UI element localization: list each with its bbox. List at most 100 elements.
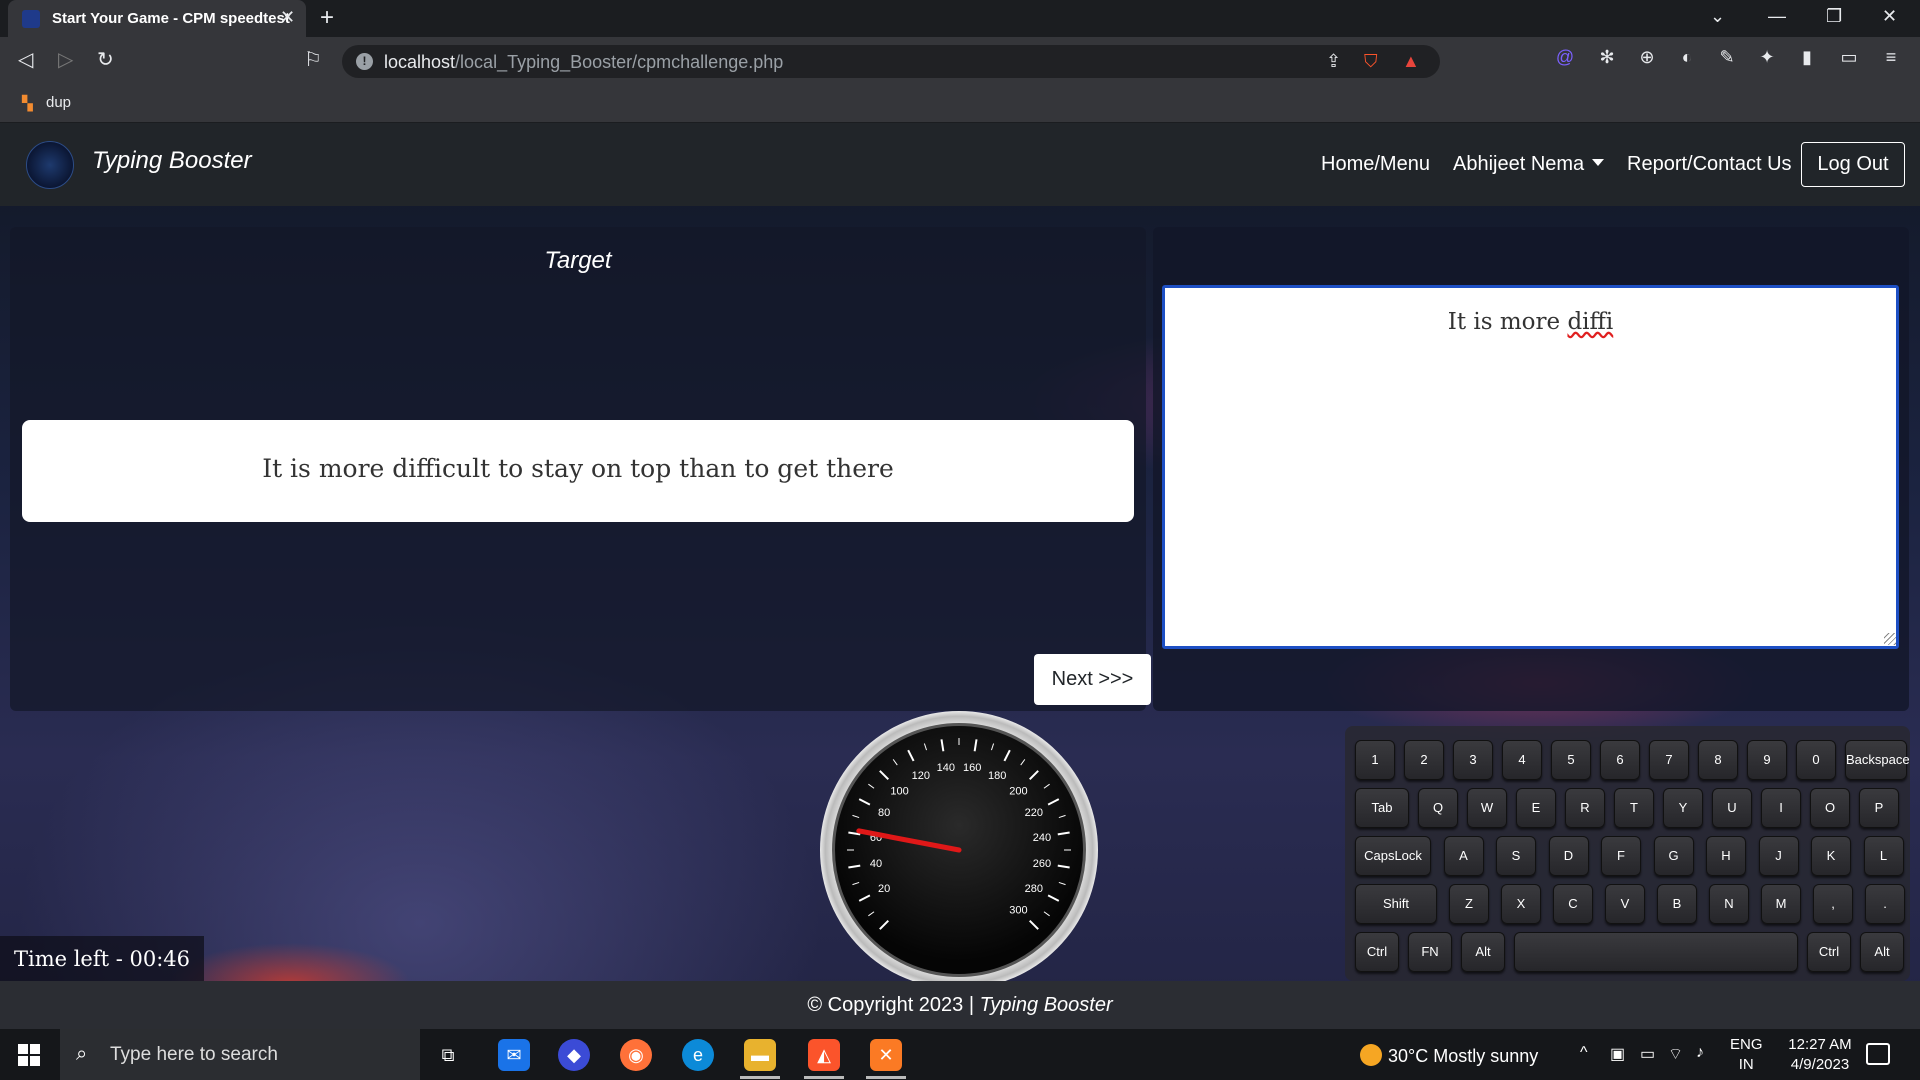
key-ctrl[interactable]: Ctrl [1807,932,1851,972]
share-icon[interactable]: ⇪ [1326,51,1341,72]
key-y[interactable]: Y [1663,788,1703,828]
key-1[interactable]: 1 [1355,740,1395,780]
key-f[interactable]: F [1601,836,1641,876]
firefox-icon[interactable]: ◉ [620,1039,652,1071]
key-alt[interactable]: Alt [1461,932,1505,972]
key-o[interactable]: O [1810,788,1850,828]
key-punct9[interactable]: . [1865,884,1905,924]
key-3[interactable]: 3 [1453,740,1493,780]
key-6[interactable]: 6 [1600,740,1640,780]
tab-search-icon[interactable]: ⌄ [1710,6,1725,27]
reload-icon[interactable]: ↻ [97,47,114,72]
extension-react-icon[interactable]: ✻ [1596,46,1618,68]
key-l[interactable]: L [1863,836,1904,876]
minimize-icon[interactable]: — [1768,6,1786,27]
key-8[interactable]: 8 [1698,740,1738,780]
key-s[interactable]: S [1496,836,1536,876]
wifi-icon[interactable]: ⌔ [1668,1044,1683,1064]
brave-shields-icon[interactable]: ⛉ [1364,51,1378,72]
key-v[interactable]: V [1605,884,1645,924]
key-fn[interactable]: FN [1408,932,1452,972]
extension-plus-icon[interactable]: ⊕ [1636,46,1658,68]
xampp-icon[interactable]: ✕ [870,1039,902,1071]
address-bar[interactable]: ! localhost/local_Typing_Booster/cpmchal… [342,45,1440,78]
key-d[interactable]: D [1548,836,1589,876]
volume-icon[interactable]: ♪ [1696,1044,1704,1062]
tray-chevron-icon[interactable]: ^ [1580,1044,1588,1062]
key-e[interactable]: E [1516,788,1556,828]
battery-icon[interactable]: ▭ [1640,1044,1655,1064]
nav-report[interactable]: Report/Contact Us [1627,153,1792,176]
next-button[interactable]: Next >>> [1034,654,1151,705]
key-i[interactable]: I [1761,788,1801,828]
key-0[interactable]: 0 [1796,740,1836,780]
extensions-puzzle-icon[interactable]: ✦ [1756,46,1778,68]
key-w[interactable]: W [1467,788,1507,828]
taskbar-search[interactable]: ⌕ Type here to search [60,1029,420,1080]
resize-handle-icon[interactable] [1884,633,1896,645]
weather-widget[interactable]: 30°C Mostly sunny [1360,1044,1538,1067]
mail-icon[interactable]: ✉ [498,1039,530,1071]
key-7[interactable]: 7 [1649,740,1689,780]
brand-logo[interactable] [26,141,74,189]
key-u[interactable]: U [1712,788,1752,828]
edge-icon[interactable]: e [682,1039,714,1071]
key-h[interactable]: H [1706,836,1746,876]
new-tab-icon[interactable]: + [320,4,334,32]
key-capslock[interactable]: CapsLock [1355,836,1431,876]
key-tab[interactable]: Tab [1355,788,1409,828]
bookmark-icon[interactable]: ⚐ [304,47,322,72]
key-p[interactable]: P [1859,788,1899,828]
bookmark-dup[interactable]: dup [46,94,71,111]
key-c[interactable]: C [1553,884,1593,924]
key-a[interactable]: A [1443,836,1484,876]
logout-button[interactable]: Log Out [1801,142,1905,187]
file-explorer-icon[interactable]: ▬ [744,1039,776,1071]
key-9[interactable]: 9 [1747,740,1787,780]
key-z[interactable]: Z [1449,884,1489,924]
url-text[interactable]: localhost/local_Typing_Booster/cpmchalle… [384,52,783,73]
key-t[interactable]: T [1614,788,1654,828]
nav-user-dropdown[interactable]: Abhijeet Nema [1453,153,1605,176]
key-g[interactable]: G [1653,836,1694,876]
key-n[interactable]: N [1709,884,1749,924]
key-2[interactable]: 2 [1404,740,1444,780]
key-punct8[interactable]: , [1813,884,1853,924]
key-m[interactable]: M [1761,884,1801,924]
key-x[interactable]: X [1501,884,1541,924]
task-view-icon[interactable]: ⧉ [432,1039,464,1071]
key-r[interactable]: R [1565,788,1605,828]
sidebar-icon[interactable]: ▮ [1796,46,1818,68]
windows-start-icon[interactable] [18,1044,40,1066]
menu-icon[interactable]: ≡ [1880,46,1902,68]
key-alt[interactable]: Alt [1860,932,1904,972]
back-icon[interactable]: ◁ [18,47,33,72]
key-shift[interactable]: Shift [1355,884,1437,924]
extension-a-icon[interactable]: @ [1554,46,1576,68]
key-k[interactable]: K [1811,836,1851,876]
forward-icon[interactable]: ▷ [58,47,73,72]
extension-pen-icon[interactable]: ✎ [1716,46,1738,68]
notification-icon[interactable] [1866,1043,1890,1065]
brand-name[interactable]: Typing Booster [92,147,252,175]
key-space[interactable] [1514,932,1798,972]
key-q[interactable]: Q [1418,788,1458,828]
copilot-icon[interactable]: ◆ [558,1039,590,1071]
browser-tab-active[interactable]: Start Your Game - CPM speedtest ✕ [8,0,306,37]
brave-rewards-icon[interactable]: ▲ [1402,51,1420,72]
camera-icon[interactable]: ▣ [1610,1044,1625,1064]
key-backspace[interactable]: Backspace [1845,740,1910,780]
restore-icon[interactable]: ❐ [1826,6,1842,27]
key-4[interactable]: 4 [1502,740,1542,780]
site-info-icon[interactable]: ! [356,53,373,70]
brave-icon[interactable]: ◭ [808,1039,840,1071]
clock[interactable]: 12:27 AM 4/9/2023 [1770,1035,1870,1075]
key-j[interactable]: J [1758,836,1799,876]
key-b[interactable]: B [1657,884,1697,924]
typing-input[interactable] [1162,285,1899,649]
wallet-icon[interactable]: ▭ [1838,46,1860,68]
key-5[interactable]: 5 [1551,740,1591,780]
nav-home[interactable]: Home/Menu [1321,153,1430,176]
language-indicator[interactable]: ENG IN [1730,1035,1763,1075]
key-ctrl[interactable]: Ctrl [1355,932,1399,972]
